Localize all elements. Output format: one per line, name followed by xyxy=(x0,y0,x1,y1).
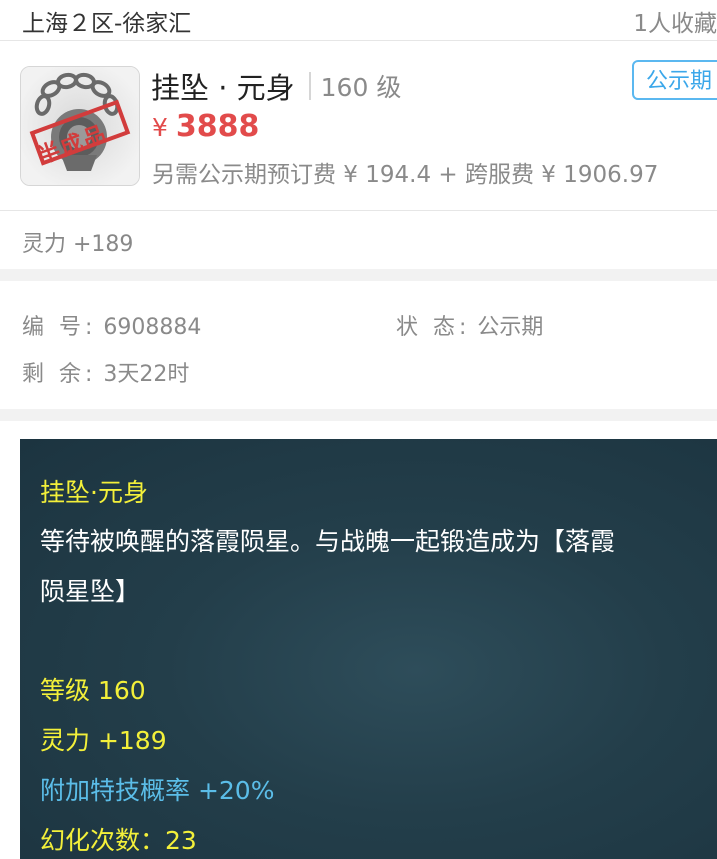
title-divider xyxy=(308,72,311,100)
item-price: ¥3888 xyxy=(152,109,259,144)
favorites-count[interactable]: 1人收藏 xyxy=(633,4,717,38)
desc-level: 等级 160 xyxy=(40,676,146,705)
remaining-value: 3天22时 xyxy=(103,362,190,387)
status-label: 状 态: xyxy=(396,315,471,340)
section-gap xyxy=(0,409,717,421)
desc-title: 挂坠·元身 xyxy=(40,478,148,507)
info-section: 编 号: 6908884 状 态: 公示期 剩 余: 3天22时 xyxy=(0,281,717,409)
status-row: 状 态: 公示期 xyxy=(396,309,543,341)
status-value: 公示期 xyxy=(477,315,544,340)
remaining-label: 剩 余: xyxy=(22,362,97,387)
section-gap xyxy=(0,269,717,281)
item-title-row: 挂坠 · 元身 160 级 xyxy=(151,65,401,105)
id-label: 编 号: xyxy=(22,315,97,340)
item-name: 挂坠 · 元身 xyxy=(151,71,295,105)
item-attribute: 灵力 +189 xyxy=(22,232,134,257)
top-bar: 上海２区-徐家汇 1人收藏 xyxy=(0,0,717,41)
status-badge: 公示期 xyxy=(632,60,717,100)
desc-transform-count: 幻化次数：23 xyxy=(40,826,197,855)
id-row: 编 号: 6908884 xyxy=(22,309,201,341)
extra-fee: 另需公示期预订费 ¥ 194.4 + 跨服费 ¥ 1906.97 xyxy=(152,162,659,188)
server-name: 上海２区-徐家汇 xyxy=(22,11,192,37)
desc-text-line1: 等待被唤醒的落霞陨星。与战魄一起锻造成为【落霞 xyxy=(40,527,616,556)
item-card[interactable]: 半成品 挂坠 · 元身 160 级 ¥3888 另需公示期预订费 ¥ 194.4 … xyxy=(0,41,717,211)
desc-spirit: 灵力 +189 xyxy=(40,726,167,755)
desc-text-line2: 陨星坠】 xyxy=(40,577,141,606)
id-value: 6908884 xyxy=(103,315,202,340)
item-level: 160 级 xyxy=(320,73,402,102)
divider xyxy=(0,210,717,211)
desc-skill-rate: 附加特技概率 +20% xyxy=(40,776,275,805)
remaining-row: 剩 余: 3天22时 xyxy=(22,356,189,388)
currency-symbol: ¥ xyxy=(152,113,168,142)
item-description-panel: 挂坠·元身 等待被唤醒的落霞陨星。与战魄一起锻造成为【落霞 陨星坠】 等级 16… xyxy=(20,439,717,859)
price-value: 3888 xyxy=(175,109,260,144)
